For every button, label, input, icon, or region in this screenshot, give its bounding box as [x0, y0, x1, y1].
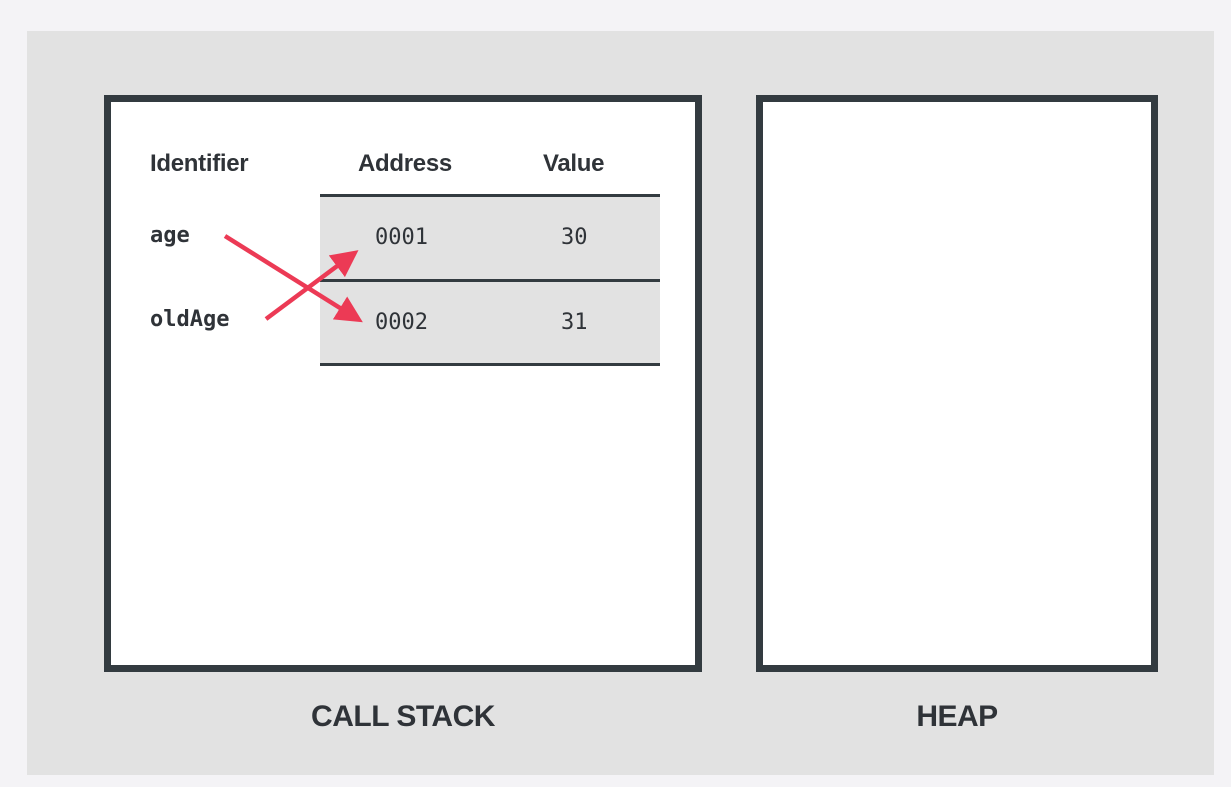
heap-caption: HEAP — [916, 700, 998, 733]
identifier-header: Identifier — [150, 150, 249, 177]
address-cell: 0002 — [375, 310, 428, 335]
address-row-band — [320, 196, 660, 280]
address-row-band — [320, 281, 660, 364]
value-header: Value — [543, 150, 605, 177]
call-stack-caption: CALL STACK — [311, 700, 495, 733]
value-cell: 31 — [561, 310, 588, 335]
address-header: Address — [358, 150, 452, 177]
value-cell: 30 — [561, 225, 588, 250]
table-rule — [320, 363, 660, 366]
call-stack-box — [104, 95, 702, 672]
identifier-cell: oldAge — [150, 307, 230, 332]
table-rule — [320, 279, 660, 282]
heap-box — [756, 95, 1158, 672]
table-rule — [320, 194, 660, 197]
address-cell: 0001 — [375, 225, 428, 250]
identifier-cell: age — [150, 223, 190, 248]
